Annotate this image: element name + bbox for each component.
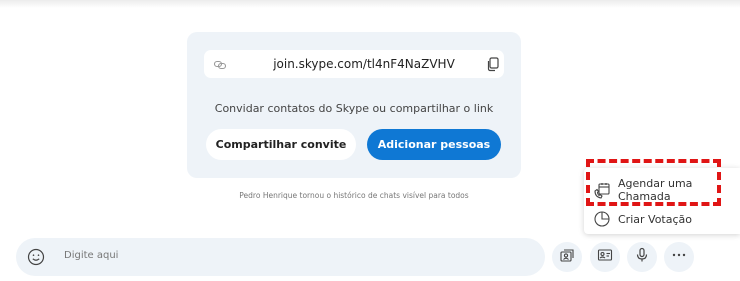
menu-item-create-poll[interactable]: Criar Votação xyxy=(584,208,740,232)
top-shadow xyxy=(0,0,740,8)
link-icon xyxy=(213,57,227,71)
more-options-button[interactable] xyxy=(664,242,694,272)
schedule-call-label-line2: Chamada xyxy=(618,190,671,203)
invite-card: join.skype.com/tl4nF4NaZVHV Convidar con… xyxy=(187,32,521,178)
share-invite-button[interactable]: Compartilhar convite xyxy=(206,129,356,160)
contact-card-icon xyxy=(597,247,613,267)
contact-card-button[interactable] xyxy=(590,242,620,272)
emoji-icon[interactable] xyxy=(27,248,45,266)
invite-link-text[interactable]: join.skype.com/tl4nF4NaZVHV xyxy=(264,57,464,71)
more-icon xyxy=(671,247,687,267)
schedule-call-label-line1: Agendar uma xyxy=(618,177,693,190)
message-compose-bar[interactable]: Digite aqui xyxy=(16,238,545,276)
microphone-icon xyxy=(634,247,650,267)
invite-link-box[interactable]: join.skype.com/tl4nF4NaZVHV xyxy=(204,50,504,78)
poll-icon xyxy=(593,210,611,228)
invite-description: Convidar contatos do Skype ou compartilh… xyxy=(214,102,494,115)
create-poll-label: Criar Votação xyxy=(618,213,692,226)
menu-item-schedule-call[interactable]: Agendar uma Chamada xyxy=(584,174,740,204)
add-people-button[interactable]: Adicionar pessoas xyxy=(367,129,501,160)
copy-icon[interactable] xyxy=(485,56,501,72)
microphone-button[interactable] xyxy=(627,242,657,272)
chat-history-notice: Pedro Henrique tornou o histórico de cha… xyxy=(239,191,469,200)
schedule-call-icon xyxy=(593,182,611,200)
contacts-icon xyxy=(559,247,575,267)
contacts-button[interactable] xyxy=(552,242,582,272)
message-input[interactable]: Digite aqui xyxy=(64,250,118,261)
more-options-menu: Agendar uma Chamada Criar Votação xyxy=(584,168,740,234)
